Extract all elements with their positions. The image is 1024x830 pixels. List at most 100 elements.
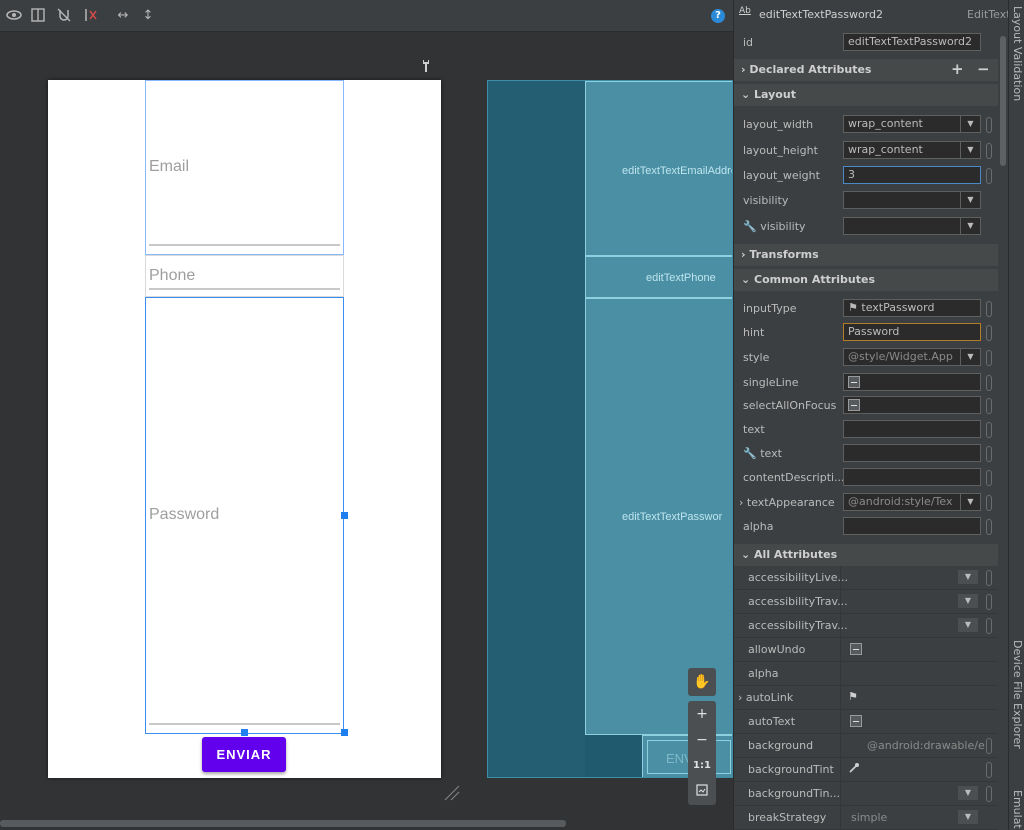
section-transforms[interactable]: › Transforms xyxy=(734,244,998,266)
zoom-fit-button[interactable] xyxy=(688,779,716,805)
blueprint-toggle-icon[interactable] xyxy=(29,7,47,25)
attributes-scrollbar[interactable] xyxy=(1000,36,1006,166)
tristate-checkbox-icon[interactable] xyxy=(848,399,860,411)
resource-picker-handle[interactable] xyxy=(986,470,992,486)
resource-picker-handle[interactable] xyxy=(986,117,992,133)
expand-horizontal-icon[interactable]: ↔ xyxy=(114,7,132,25)
resource-picker-handle[interactable] xyxy=(986,422,992,438)
resize-handle-corner[interactable] xyxy=(341,729,348,736)
attr-background-tint-mode-row[interactable]: backgroundTin... ▼ xyxy=(734,782,998,806)
hint-input[interactable]: Password xyxy=(843,323,981,341)
resize-grip-icon[interactable] xyxy=(443,784,461,802)
design-surface[interactable]: Email Phone Password ENVIAR xyxy=(48,80,441,778)
attr-alpha-row[interactable]: alpha xyxy=(734,662,998,686)
style-select[interactable]: @style/Widget.App ▼ xyxy=(843,348,981,366)
attr-allow-undo-row[interactable]: allowUndo xyxy=(734,638,998,662)
text-input[interactable] xyxy=(843,420,981,438)
resource-picker-handle[interactable] xyxy=(986,325,992,341)
id-input[interactable]: editTextTextPassword2 xyxy=(843,33,981,51)
layout-weight-input[interactable]: 3 xyxy=(843,166,981,184)
tab-layout-validation[interactable]: Layout Validation xyxy=(1011,6,1024,101)
expand-vertical-icon[interactable]: ↕ xyxy=(139,7,157,25)
zoom-actual-size-button[interactable]: 1:1 xyxy=(688,753,716,779)
flag-icon[interactable]: ⚑ xyxy=(848,690,858,703)
resource-picker-handle[interactable] xyxy=(986,446,992,462)
resize-handle-bottom[interactable] xyxy=(241,729,248,736)
blueprint-phone-box[interactable]: editTextPhone xyxy=(585,256,732,298)
password-edittext[interactable]: Password xyxy=(145,297,348,736)
add-attribute-icon[interactable]: + xyxy=(951,60,964,78)
select-all-label: selectAllOnFocus xyxy=(743,399,837,412)
alpha-input[interactable] xyxy=(843,517,981,535)
resource-picker-handle[interactable] xyxy=(986,301,992,317)
visibility-select[interactable]: ▼ xyxy=(843,191,981,209)
attr-accessibility-trav-row[interactable]: accessibilityTrav... ▼ xyxy=(734,590,998,614)
wrench-icon[interactable] xyxy=(421,59,433,77)
attr-background-row[interactable]: background @android:drawable/e xyxy=(734,734,998,758)
attr-label: alpha xyxy=(748,667,779,680)
zoom-out-button[interactable]: − xyxy=(688,727,716,753)
pan-hand-button[interactable]: ✋ xyxy=(688,668,716,696)
layout-height-select[interactable]: wrap_content ▼ xyxy=(843,141,981,159)
magnet-off-icon[interactable] xyxy=(55,7,73,25)
input-type-field[interactable]: ⚑ textPassword xyxy=(843,299,981,317)
chevron-down-icon[interactable]: ▼ xyxy=(958,570,978,584)
resource-picker-handle[interactable] xyxy=(986,618,992,634)
resource-picker-handle[interactable] xyxy=(986,375,992,391)
remove-attribute-icon[interactable]: − xyxy=(977,60,990,78)
resource-picker-handle[interactable] xyxy=(986,786,992,802)
minus-icon: − xyxy=(696,732,708,748)
email-edittext[interactable]: Email xyxy=(145,80,344,255)
horizontal-scrollbar[interactable] xyxy=(0,820,566,827)
attr-auto-text-row[interactable]: autoText xyxy=(734,710,998,734)
blueprint-email-box[interactable]: editTextTextEmailAddre xyxy=(585,81,732,256)
resource-picker-handle[interactable] xyxy=(986,570,992,586)
chevron-down-icon[interactable]: ▼ xyxy=(958,810,978,824)
blueprint-phone-label: editTextPhone xyxy=(646,272,716,284)
tab-emulator[interactable]: Emulat xyxy=(1011,790,1024,829)
tristate-checkbox-icon[interactable] xyxy=(848,376,860,388)
chevron-down-icon[interactable]: ▼ xyxy=(958,786,978,800)
chevron-down-icon[interactable]: ▼ xyxy=(958,618,978,632)
resource-picker-handle[interactable] xyxy=(986,738,992,754)
clear-constraints-icon[interactable] xyxy=(81,7,99,25)
resource-picker-handle[interactable] xyxy=(986,594,992,610)
select-all-field[interactable] xyxy=(843,396,981,414)
section-common-attributes[interactable]: ⌄ Common Attributes xyxy=(734,269,998,291)
tab-device-file-explorer[interactable]: Device File Explorer xyxy=(1011,640,1024,749)
eye-icon[interactable] xyxy=(5,7,23,25)
resource-picker-handle[interactable] xyxy=(986,143,992,159)
email-underline xyxy=(149,244,340,246)
section-declared-attributes[interactable]: › Declared Attributes + − xyxy=(734,59,998,81)
chevron-down-icon[interactable]: ▼ xyxy=(958,594,978,608)
resource-picker-handle[interactable] xyxy=(986,495,992,511)
resize-handle-right[interactable] xyxy=(341,512,348,519)
attr-accessibility-live-row[interactable]: accessibilityLive... ▼ xyxy=(734,566,998,590)
zoom-in-button[interactable]: + xyxy=(688,701,716,727)
enviar-button[interactable]: ENVIAR xyxy=(202,737,286,772)
text-appearance-select[interactable]: @android:style/Tex ▼ xyxy=(843,493,981,511)
attr-accessibility-trav2-row[interactable]: accessibilityTrav... ▼ xyxy=(734,614,998,638)
tristate-checkbox-icon[interactable] xyxy=(850,715,862,727)
phone-edittext[interactable]: Phone xyxy=(145,255,344,297)
section-layout[interactable]: ⌄ Layout xyxy=(734,84,998,106)
help-icon[interactable]: ? xyxy=(711,9,725,23)
resource-picker-handle[interactable] xyxy=(986,350,992,366)
tristate-checkbox-icon[interactable] xyxy=(850,643,862,655)
tools-visibility-select[interactable]: ▼ xyxy=(843,217,981,235)
resource-picker-handle[interactable] xyxy=(986,762,992,778)
design-canvas[interactable]: ↔ ↕ ? Email Phone Password ENVIAR editTe… xyxy=(0,0,733,830)
content-description-input[interactable] xyxy=(843,468,981,486)
attr-auto-link-row[interactable]: › autoLink ⚑ xyxy=(734,686,998,710)
tools-text-input[interactable] xyxy=(843,444,981,462)
layout-width-select[interactable]: wrap_content ▼ xyxy=(843,115,981,133)
eyedropper-icon[interactable] xyxy=(848,762,860,777)
resource-picker-handle[interactable] xyxy=(986,519,992,535)
resource-picker-handle[interactable] xyxy=(986,168,992,184)
section-all-attributes[interactable]: ⌄ All Attributes xyxy=(734,544,998,566)
resource-picker-handle[interactable] xyxy=(986,398,992,414)
single-line-field[interactable] xyxy=(843,373,981,391)
tools-visibility-row: 🔧 visibility ▼ xyxy=(734,215,998,239)
attr-break-strategy-row[interactable]: breakStrategy simple ▼ xyxy=(734,806,998,830)
attr-background-tint-row[interactable]: backgroundTint xyxy=(734,758,998,782)
